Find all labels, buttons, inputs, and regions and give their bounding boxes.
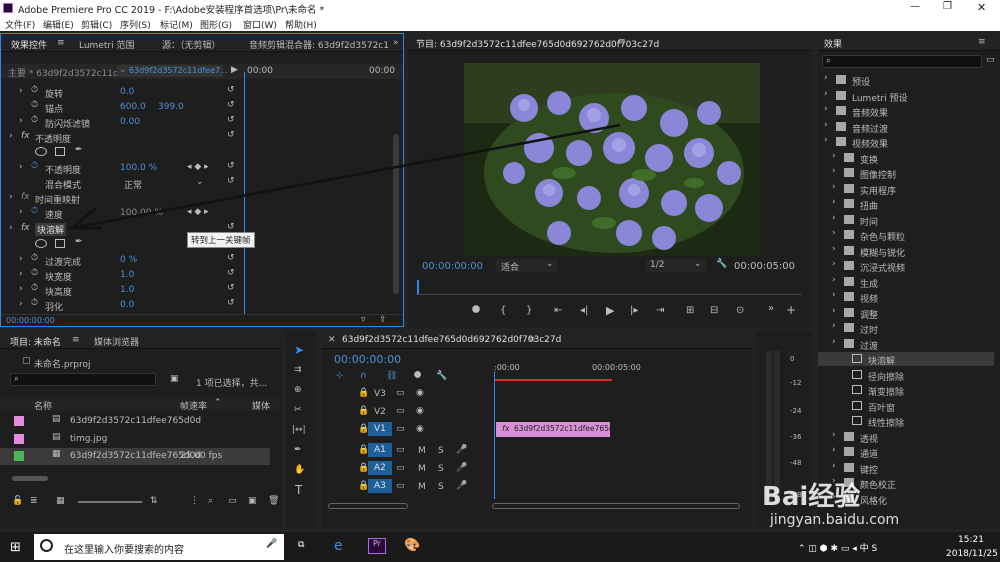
watermark: Bai经验 jingyan.baidu.com [762, 476, 952, 536]
watermark-url: jingyan.baidu.com [770, 512, 900, 528]
search-placeholder: 在这里输入你要搜索的内容 [64, 545, 184, 556]
premiere-taskbar-icon[interactable]: Pr [368, 538, 386, 554]
taskbar: ⊞ 在这里输入你要搜索的内容 🎤 ⧉ e Pr 🎨 ⌃ ◫ ⬢ ✱ ▭ ◂ 中 … [0, 532, 1000, 562]
cortana-icon [40, 539, 53, 552]
paint-icon[interactable]: 🎨 [404, 538, 420, 553]
taskbar-search[interactable]: 在这里输入你要搜索的内容 🎤 [34, 534, 284, 560]
edge-icon[interactable]: e [334, 538, 343, 554]
task-view-icon[interactable]: ⧉ [298, 540, 304, 550]
mic-icon[interactable]: 🎤 [266, 539, 277, 549]
tray-icons[interactable]: ⌃ ◫ ⬢ ✱ ▭ ◂ 中 S [798, 541, 877, 554]
windows-start-icon[interactable]: ⊞ [10, 540, 21, 555]
watermark-logo: Bai经验 [762, 482, 861, 512]
annotation-arrow [68, 123, 621, 230]
clock-date: 2018/11/25 [946, 549, 998, 559]
clock-time: 15:21 [958, 535, 984, 545]
